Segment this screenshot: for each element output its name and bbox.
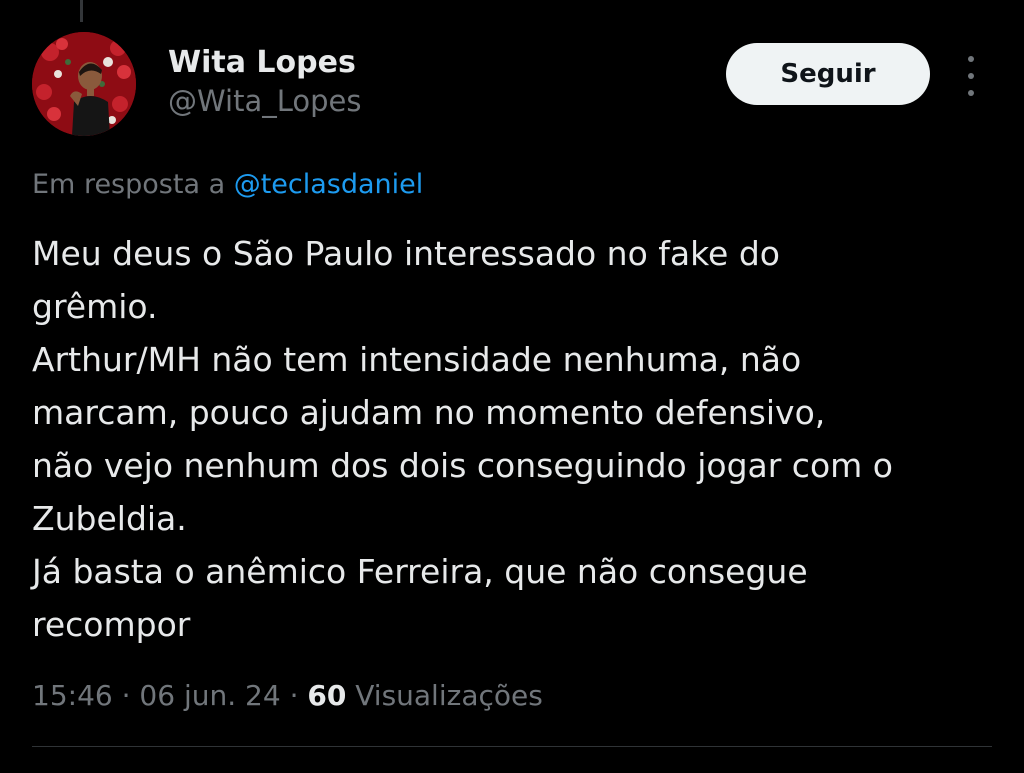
author-info: Wita Lopes @Wita_Lopes — [168, 44, 361, 120]
meta-separator: · — [289, 679, 299, 712]
tweet-line: grêmio. — [32, 287, 158, 326]
tweet-line: Já basta o anêmico Ferreira, que não con… — [32, 552, 808, 591]
author-avatar[interactable] — [32, 32, 136, 136]
tweet-metadata: 15:46 · 06 jun. 24 · 60 Visualizações — [32, 676, 543, 716]
meta-separator: · — [121, 679, 131, 712]
tweet-line: Arthur/MH não tem intensidade nenhuma, n… — [32, 340, 802, 379]
tweet-time[interactable]: 15:46 — [32, 679, 113, 712]
dot — [968, 90, 974, 96]
divider — [32, 746, 992, 747]
tweet-line: marcam, pouco ajudam no momento defensiv… — [32, 393, 826, 432]
reply-mention-link[interactable]: @teclasdaniel — [234, 169, 424, 200]
follow-button[interactable]: Seguir — [726, 43, 930, 105]
tweet-line: não vejo nenhum dos dois conseguindo jog… — [32, 446, 893, 485]
profile-photo-icon — [32, 32, 136, 136]
dot — [968, 73, 974, 79]
more-options-icon[interactable] — [956, 56, 986, 96]
views-count: 60 — [307, 679, 347, 712]
reply-context: Em resposta a @teclasdaniel — [32, 166, 423, 204]
tweet-line: Meu deus o São Paulo interessado no fake… — [32, 234, 780, 273]
reply-prefix: Em resposta a — [32, 169, 226, 200]
author-display-name[interactable]: Wita Lopes — [168, 44, 361, 82]
tweet-text: Meu deus o São Paulo interessado no fake… — [32, 227, 992, 651]
tweet-date[interactable]: 06 jun. 24 — [139, 679, 280, 712]
tweet-line: recompor — [32, 605, 191, 644]
thread-connector-line — [80, 0, 83, 22]
dot — [968, 56, 974, 62]
views-label: Visualizações — [355, 679, 543, 712]
author-handle[interactable]: @Wita_Lopes — [168, 82, 361, 120]
tweet-line: Zubeldia. — [32, 499, 187, 538]
